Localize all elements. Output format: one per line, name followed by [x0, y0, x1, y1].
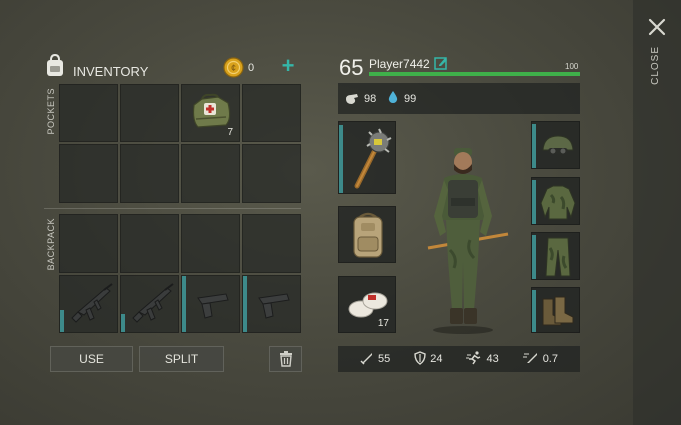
- durability-bar: [532, 180, 536, 224]
- player-name: Player7442: [369, 57, 430, 71]
- speed-stat: 43: [466, 350, 499, 368]
- durability-bar: [60, 310, 64, 332]
- add-coins-button[interactable]: +: [279, 54, 297, 78]
- body-slot[interactable]: [531, 177, 580, 225]
- pocket-slot[interactable]: [181, 144, 240, 203]
- backpack-slot-rifle[interactable]: [120, 275, 179, 333]
- defense-stat: 24: [414, 350, 443, 368]
- thirst-icon: [388, 91, 398, 104]
- trash-button[interactable]: [269, 346, 302, 372]
- backpack-label: BACKPACK: [46, 218, 56, 271]
- head-slot[interactable]: [531, 121, 580, 169]
- pocket-slot[interactable]: [242, 84, 301, 142]
- bandage-icon: [347, 287, 389, 319]
- hp-bar-fill: [369, 72, 580, 76]
- boots-icon: [539, 295, 577, 327]
- attack-speed-stat: 0.7: [522, 351, 558, 368]
- coin-count: 0: [248, 62, 255, 74]
- running-icon: [466, 350, 482, 368]
- durability-bar: [532, 290, 536, 332]
- feet-slot[interactable]: [531, 287, 580, 333]
- camo-jacket-icon: [539, 183, 577, 221]
- backpack-slot[interactable]: [181, 214, 240, 273]
- pistol-icon: [255, 286, 293, 324]
- consumable-slot[interactable]: 17: [338, 276, 396, 333]
- inventory-title: INVENTORY: [73, 64, 149, 79]
- stats-bar: 55 24 43 0.7: [338, 346, 580, 372]
- defense-value: 24: [430, 353, 443, 365]
- durability-bar: [532, 124, 536, 168]
- spiked-hammer-icon: [347, 128, 393, 190]
- split-button[interactable]: SPLIT: [139, 346, 224, 372]
- attack-speed-value: 0.7: [542, 353, 558, 365]
- close-icon[interactable]: [647, 17, 667, 37]
- speed-value: 43: [486, 353, 499, 365]
- backpack-slot-rifle[interactable]: [59, 275, 118, 333]
- backpack-slot-equipped[interactable]: [338, 206, 396, 263]
- pocket-slot-medkit[interactable]: 7: [181, 84, 240, 142]
- hunger-icon: [345, 92, 359, 104]
- use-button[interactable]: USE: [50, 346, 133, 372]
- hunger-value: 98: [364, 93, 377, 105]
- item-quantity: 7: [227, 127, 233, 138]
- fast-sword-icon: [522, 351, 539, 368]
- assault-rifle-icon: [68, 282, 114, 328]
- item-quantity: 17: [377, 318, 389, 329]
- pocket-slot[interactable]: [59, 84, 118, 142]
- pocket-slot[interactable]: [59, 144, 118, 203]
- player-level: 65: [339, 55, 364, 80]
- edit-name-icon[interactable]: [434, 56, 448, 70]
- pockets-label: POCKETS: [46, 88, 56, 135]
- durability-bar: [243, 276, 247, 332]
- attack-value: 55: [377, 353, 391, 365]
- attack-stat: 55: [360, 351, 390, 368]
- pistol-icon: [194, 286, 232, 324]
- hp-bar-track: [369, 72, 580, 76]
- shield-icon: [414, 350, 426, 368]
- section-divider: [44, 208, 301, 209]
- weapon-slot[interactable]: [338, 121, 396, 194]
- coin-icon: ¢: [223, 57, 244, 78]
- backpack-icon: [348, 211, 388, 261]
- pocket-slot[interactable]: [120, 84, 179, 142]
- thirst-value: 99: [404, 93, 417, 105]
- assault-rifle-icon: [129, 282, 175, 328]
- backpack-slot-pistol[interactable]: [242, 275, 301, 333]
- durability-bar: [532, 235, 536, 279]
- helmet-icon: [540, 132, 576, 160]
- pocket-slot[interactable]: [242, 144, 301, 203]
- player-character: [408, 140, 518, 334]
- backpack-slot-pistol[interactable]: [181, 275, 240, 333]
- durability-bar: [121, 314, 125, 332]
- hp-value: 100: [565, 62, 579, 71]
- legs-slot[interactable]: [531, 232, 580, 280]
- camo-pants-icon: [542, 236, 574, 278]
- backpack-slot[interactable]: [120, 214, 179, 273]
- backpack-header-icon: [44, 53, 66, 78]
- durability-bar: [339, 125, 343, 193]
- durability-bar: [182, 276, 186, 332]
- backpack-slot[interactable]: [242, 214, 301, 273]
- close-label[interactable]: CLOSE: [650, 46, 661, 85]
- trash-icon: [279, 351, 293, 367]
- sword-icon: [360, 351, 374, 368]
- svg-text:¢: ¢: [231, 63, 236, 73]
- pocket-slot[interactable]: [120, 144, 179, 203]
- backpack-slot[interactable]: [59, 214, 118, 273]
